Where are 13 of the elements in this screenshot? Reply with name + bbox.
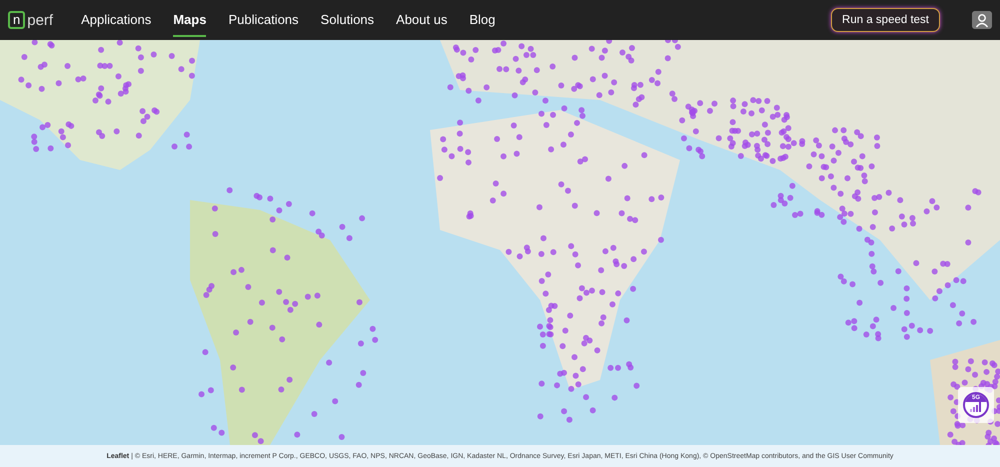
logo-mark: n <box>8 11 26 29</box>
nav-tab[interactable]: Publications <box>228 3 299 37</box>
map-drawing[interactable] <box>0 40 1000 445</box>
nav-tab[interactable]: Solutions <box>320 3 374 37</box>
nav-tab[interactable]: About us <box>396 3 448 37</box>
speed-test-button[interactable]: Run a speed test <box>831 8 940 32</box>
logo[interactable]: n perf <box>8 11 54 29</box>
nav-tab[interactable]: Applications <box>81 3 152 37</box>
user-icon[interactable] <box>972 11 992 29</box>
signal-bars-icon <box>970 402 982 412</box>
logo-text: perf <box>27 12 54 28</box>
nav-tab[interactable]: Maps <box>173 3 206 37</box>
nav-tab[interactable]: Blog <box>469 3 496 37</box>
